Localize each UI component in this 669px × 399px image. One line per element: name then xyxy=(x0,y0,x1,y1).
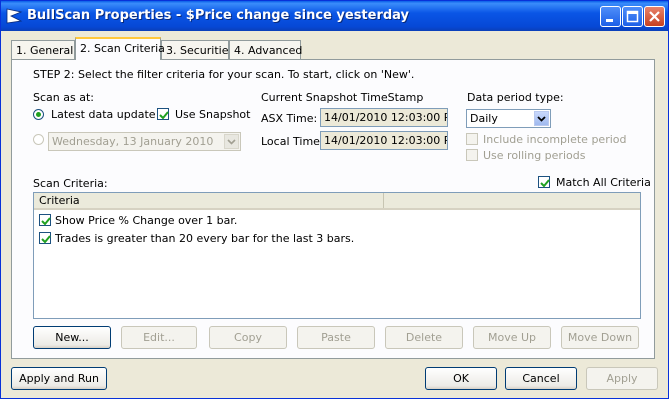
tab-label: 4. Advanced xyxy=(234,44,303,57)
checkmark-icon xyxy=(540,179,550,188)
button-label: Edit... xyxy=(143,331,175,344)
properties-dialog: BullScan Properties - $Price change sinc… xyxy=(0,0,669,399)
delete-criteria-button[interactable]: Delete xyxy=(385,326,463,349)
data-period-select[interactable]: Daily xyxy=(466,109,551,128)
edit-criteria-button[interactable]: Edit... xyxy=(121,326,197,349)
include-incomplete-checkbox[interactable] xyxy=(466,133,478,145)
asx-time-value: 14/01/2010 12:03:00 PM xyxy=(324,111,448,124)
date-picker[interactable]: Wednesday, 13 January 2010 xyxy=(48,132,241,151)
match-all-label: Match All Criteria xyxy=(556,176,651,189)
button-label: Move Down xyxy=(567,331,633,344)
checkmark-icon xyxy=(159,111,169,120)
criteria-column-header[interactable]: Criteria xyxy=(34,193,384,208)
apply-and-run-button[interactable]: Apply and Run xyxy=(11,367,107,390)
latest-data-label: Latest data update xyxy=(51,108,156,121)
asx-time-label: ASX Time: xyxy=(261,112,318,125)
chevron-down-icon xyxy=(227,139,236,145)
use-snapshot-checkbox[interactable] xyxy=(157,108,169,120)
copy-criteria-button[interactable]: Copy xyxy=(209,326,287,349)
data-period-dropdown-arrow[interactable] xyxy=(534,111,549,126)
button-label: Apply xyxy=(606,372,638,385)
move-down-button[interactable]: Move Down xyxy=(561,326,639,349)
title-bar[interactable]: BullScan Properties - $Price change sinc… xyxy=(1,1,668,31)
bullscan-flag-icon xyxy=(6,8,23,24)
local-time-label: Local Time: xyxy=(261,135,324,148)
window-title: BullScan Properties - $Price change sinc… xyxy=(27,8,410,23)
use-snapshot-label: Use Snapshot xyxy=(175,108,251,121)
checkmark-icon xyxy=(41,217,51,226)
tab-general[interactable]: 1. General xyxy=(11,40,75,59)
date-dropdown-arrow[interactable] xyxy=(224,134,239,149)
button-label: Cancel xyxy=(522,372,560,385)
match-all-checkbox[interactable] xyxy=(538,176,550,188)
tab-label: 2. Scan Criteria xyxy=(80,42,165,55)
maximize-button[interactable] xyxy=(622,6,643,27)
button-label: Paste xyxy=(321,331,351,344)
criteria-column-label: Criteria xyxy=(39,194,80,207)
scan-as-at-label: Scan as at: xyxy=(33,91,94,104)
scan-criteria-label: Scan Criteria: xyxy=(33,177,108,190)
criteria-list[interactable]: Criteria Show Price % Change over 1 bar.… xyxy=(33,192,641,319)
latest-data-radio[interactable] xyxy=(33,109,44,120)
local-time-value: 14/01/2010 12:03:00 PM xyxy=(324,134,448,147)
button-label: Delete xyxy=(405,331,443,344)
data-period-value: Daily xyxy=(470,112,498,125)
maximize-icon xyxy=(626,10,639,23)
criteria-row-checkbox[interactable] xyxy=(39,214,51,226)
minimize-button[interactable] xyxy=(600,6,621,27)
cancel-button[interactable]: Cancel xyxy=(505,367,577,390)
apply-button[interactable]: Apply xyxy=(586,367,658,390)
asx-time-field[interactable]: 14/01/2010 12:03:00 PM xyxy=(320,108,448,127)
tab-label: 1. General xyxy=(16,44,74,57)
snapshot-heading: Current Snapshot TimeStamp xyxy=(261,91,424,104)
data-period-label: Data period type: xyxy=(467,91,564,104)
ok-button[interactable]: OK xyxy=(425,367,497,390)
new-criteria-button[interactable]: New... xyxy=(33,326,111,349)
tab-securities[interactable]: 3. Securities xyxy=(161,40,234,59)
include-incomplete-label: Include incomplete period xyxy=(483,133,627,146)
tab-scan-criteria[interactable]: 2. Scan Criteria xyxy=(75,37,165,60)
tab-label: 3. Securities xyxy=(166,44,235,57)
criteria-row-text: Show Price % Change over 1 bar. xyxy=(55,214,238,227)
move-up-button[interactable]: Move Up xyxy=(473,326,551,349)
button-label: Copy xyxy=(234,331,262,344)
rolling-periods-checkbox[interactable] xyxy=(466,149,478,161)
chevron-down-icon xyxy=(537,116,546,122)
button-label: New... xyxy=(55,331,89,344)
button-label: Move Up xyxy=(487,331,537,344)
specific-date-radio[interactable] xyxy=(33,134,44,145)
minimize-icon xyxy=(606,19,613,22)
criteria-row-text: Trades is greater than 20 every bar for … xyxy=(55,232,355,245)
close-button[interactable] xyxy=(644,6,665,27)
tab-advanced[interactable]: 4. Advanced xyxy=(229,40,303,59)
criteria-list-header: Criteria xyxy=(34,193,640,210)
checkmark-icon xyxy=(41,235,51,244)
button-label: Apply and Run xyxy=(19,372,99,385)
paste-criteria-button[interactable]: Paste xyxy=(297,326,375,349)
date-value: Wednesday, 13 January 2010 xyxy=(52,135,214,148)
close-icon xyxy=(649,11,660,22)
button-label: OK xyxy=(453,372,469,385)
rolling-periods-label: Use rolling periods xyxy=(483,149,586,162)
criteria-row-checkbox[interactable] xyxy=(39,232,51,244)
step-instructions: STEP 2: Select the filter criteria for y… xyxy=(33,68,415,81)
local-time-field[interactable]: 14/01/2010 12:03:00 PM xyxy=(320,131,448,150)
